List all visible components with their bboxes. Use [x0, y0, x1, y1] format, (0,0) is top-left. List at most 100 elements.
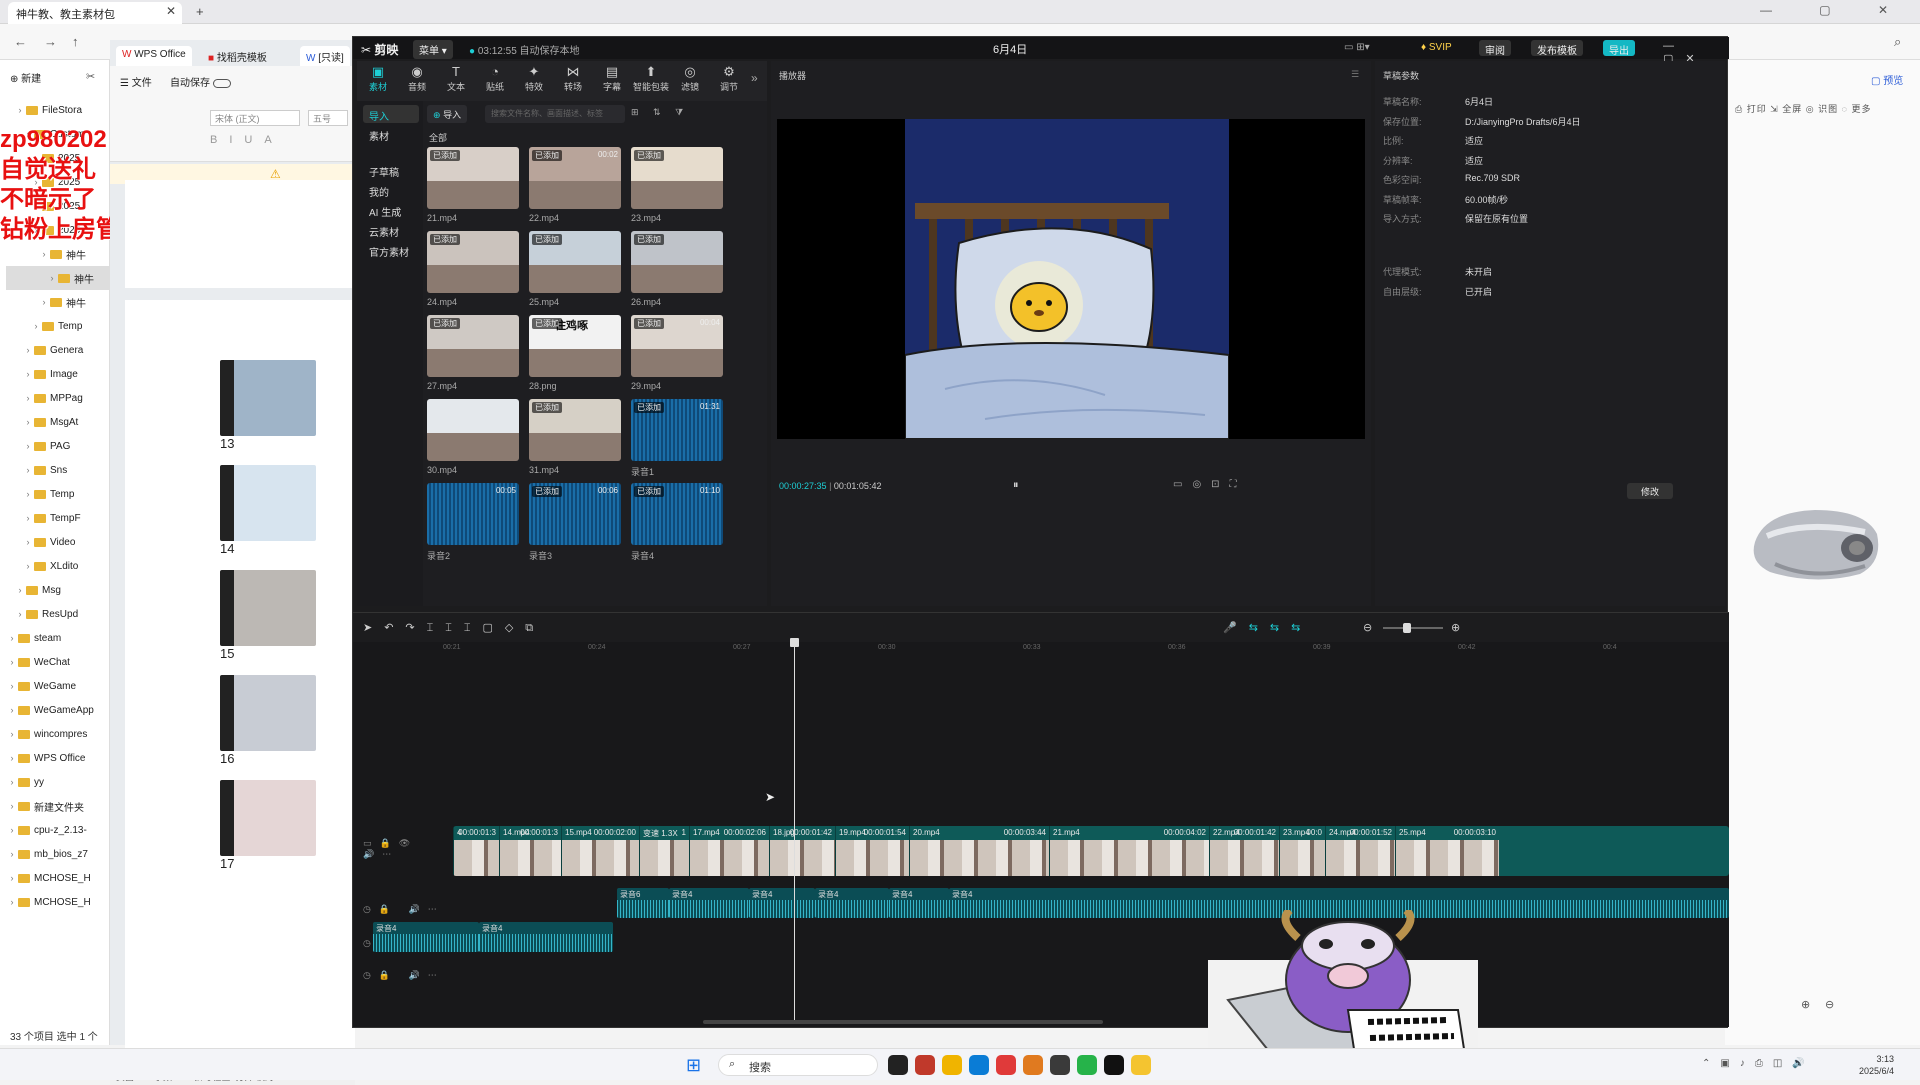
tree-item[interactable]: › TempF	[6, 506, 110, 530]
taskbar-app-icon[interactable]	[888, 1055, 908, 1075]
media-item[interactable]: 已添加 01:31 录音1	[631, 399, 723, 483]
timeline-edit-tools[interactable]: ➤↶↷⌶⌶⌶▢◇⧉	[363, 621, 545, 635]
media-item[interactable]: 住鸡啄 已添加 28.png	[529, 315, 621, 399]
chevron-right-icon[interactable]: ›	[6, 681, 18, 691]
media-item[interactable]: 已添加 23.mp4	[631, 147, 723, 231]
player-view-controls[interactable]: ▭◎⊡⛶	[1173, 479, 1247, 490]
review-button[interactable]: 审阅	[1479, 40, 1511, 57]
tree-item[interactable]: › PAG	[6, 434, 110, 458]
sidenav-item[interactable]: 云素材	[363, 221, 419, 239]
tool-6[interactable]: ⋈ 转场	[554, 64, 592, 98]
slide-thumbnail[interactable]: 16	[220, 675, 355, 766]
media-item[interactable]: 已添加 01:10 录音4	[631, 483, 723, 567]
search-icon[interactable]: ⌕	[1894, 34, 1901, 50]
chevron-right-icon[interactable]: ›	[6, 777, 18, 787]
wps-tab-office[interactable]: W WPS Office	[116, 46, 192, 66]
chevron-right-icon[interactable]: ›	[6, 657, 18, 667]
media-item[interactable]: 00:05 录音2	[427, 483, 519, 567]
more-tools-icon[interactable]: »	[751, 71, 758, 85]
file-menu[interactable]: ☰ 文件	[120, 74, 152, 89]
cut-icon[interactable]: ✂	[86, 70, 95, 83]
sidenav-item[interactable]: 子草稿	[363, 161, 419, 179]
tree-item[interactable]: › Temp	[6, 482, 110, 506]
new-tab-button[interactable]: +	[196, 4, 204, 19]
video-clip[interactable]: 21.mp4 00:00:04:02	[1049, 826, 1209, 876]
audio-clip[interactable]: 录音4	[889, 888, 949, 918]
video-clip[interactable]: 22.mp4 00:00:01:42	[1209, 826, 1279, 876]
chevron-right-icon[interactable]: ›	[6, 897, 18, 907]
media-item[interactable]: 已添加 26.mp4	[631, 231, 723, 315]
media-item[interactable]: 已添加 00:06 录音3	[529, 483, 621, 567]
taskbar-app-icon[interactable]	[969, 1055, 989, 1075]
chevron-right-icon[interactable]: ›	[38, 297, 50, 307]
tree-item[interactable]: › mb_bios_z7	[6, 842, 110, 866]
tree-item[interactable]: › 神牛	[6, 266, 110, 290]
audio-clip[interactable]: 录音4	[479, 922, 613, 952]
tree-item[interactable]: › WeGameApp	[6, 698, 110, 722]
window-controls[interactable]: — ▢ ✕	[1760, 3, 1910, 17]
timeline-snap-tools[interactable]: 🎤⇆⇆⇆	[1223, 621, 1312, 634]
toolbar-icons[interactable]: ⎙ 打印 ⇲ 全屏 ◎ 识图 ◌ 更多	[1735, 102, 1871, 115]
tree-item[interactable]: › MCHOSE_H	[6, 866, 110, 890]
media-item[interactable]: 已添加 25.mp4	[529, 231, 621, 315]
chevron-right-icon[interactable]: ›	[22, 513, 34, 523]
taskbar-clock[interactable]: 3:13 2025/6/4	[1859, 1053, 1894, 1077]
tree-item[interactable]: › WPS Office	[6, 746, 110, 770]
chevron-right-icon[interactable]: ›	[46, 273, 58, 283]
taskbar-app-icon[interactable]	[1104, 1055, 1124, 1075]
font-select[interactable]: 宋体 (正文)	[210, 110, 300, 126]
tree-item[interactable]: › 新建文件夹	[6, 794, 110, 818]
zoom-in-icon[interactable]: ⊕	[1801, 998, 1810, 1011]
tray-icons[interactable]: ⌃▣♪⎙◫🔊	[1702, 1058, 1815, 1069]
tree-item[interactable]: › Image	[6, 362, 110, 386]
chevron-right-icon[interactable]: ›	[6, 633, 18, 643]
chevron-right-icon[interactable]: ›	[22, 489, 34, 499]
media-item[interactable]: 已添加 00:04 29.mp4	[631, 315, 723, 399]
main-video-track[interactable]: 4 00:00:01:3 14.mp4 00:00:01:3 15.mp4 00:00:0…	[453, 826, 1729, 876]
sidenav-item[interactable]: AI 生成	[363, 201, 419, 219]
timeline-zoom-slider[interactable]	[1383, 623, 1443, 633]
chevron-right-icon[interactable]: ›	[30, 321, 42, 331]
chevron-right-icon[interactable]: ›	[22, 537, 34, 547]
video-clip[interactable]: 14.mp4 00:00:01:3	[499, 826, 561, 876]
playhead-handle[interactable]	[790, 638, 799, 647]
zoom-out-icon[interactable]: ⊖	[1825, 998, 1834, 1011]
media-search-input[interactable]: 搜索文件名称、画面描述、标签	[485, 105, 625, 123]
tree-item[interactable]: › 神牛	[6, 242, 110, 266]
taskbar-app-icon[interactable]	[1131, 1055, 1151, 1075]
tool-10[interactable]: ⚙ 调节	[710, 64, 748, 98]
zoom-out-timeline-icon[interactable]: ⊖	[1363, 621, 1372, 634]
new-button[interactable]: ⊕ 新建	[10, 70, 41, 85]
taskbar-app-icon[interactable]	[1023, 1055, 1043, 1075]
autosave-toggle[interactable]: 自动保存	[170, 74, 231, 89]
modify-button[interactable]: 修改	[1627, 483, 1673, 499]
sidenav-item[interactable]: 导入	[363, 105, 419, 123]
tree-item[interactable]: › Sns	[6, 458, 110, 482]
tool-1[interactable]: ▣ 素材	[359, 64, 397, 98]
playhead[interactable]	[794, 642, 795, 1022]
slide-thumbnail[interactable]: 15	[220, 570, 355, 661]
tree-item[interactable]: › ResUpd	[6, 602, 110, 626]
video-preview[interactable]	[777, 119, 1365, 439]
taskbar-app-icon[interactable]	[942, 1055, 962, 1075]
timeline-scrollbar[interactable]	[703, 1020, 1103, 1024]
sidenav-item[interactable]: 素材	[363, 125, 419, 143]
taskbar-app-icon[interactable]	[1050, 1055, 1070, 1075]
tree-item[interactable]: › Video	[6, 530, 110, 554]
chevron-right-icon[interactable]: ›	[14, 609, 26, 619]
chevron-right-icon[interactable]: ›	[14, 105, 26, 115]
tree-item[interactable]: › yy	[6, 770, 110, 794]
tool-2[interactable]: ◉ 音频	[398, 64, 436, 98]
sidenav-item[interactable]: 官方素材	[363, 241, 419, 259]
taskbar-app-icon[interactable]	[915, 1055, 935, 1075]
chevron-right-icon[interactable]: ›	[6, 825, 18, 835]
tree-item[interactable]: › WeGame	[6, 674, 110, 698]
tree-item[interactable]: › wincompres	[6, 722, 110, 746]
up-icon[interactable]: ↑	[72, 34, 79, 49]
tree-item[interactable]: › MPPag	[6, 386, 110, 410]
chevron-right-icon[interactable]: ›	[22, 441, 34, 451]
tree-item[interactable]: › MsgAt	[6, 410, 110, 434]
video-clip[interactable]: 变速 1.3X 1	[639, 826, 689, 876]
audio-clip[interactable]: 录音4	[373, 922, 479, 952]
media-filter-all[interactable]: 全部	[429, 131, 447, 144]
